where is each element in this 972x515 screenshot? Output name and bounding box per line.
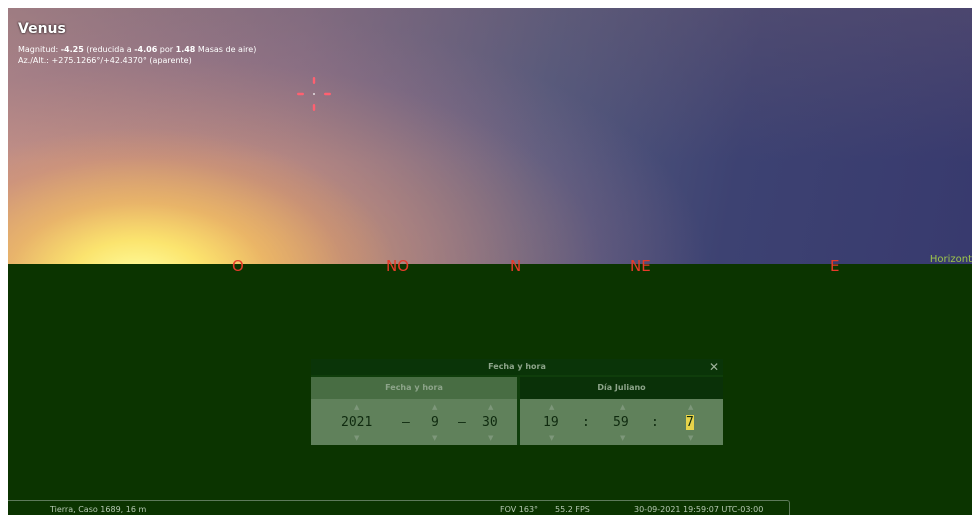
azimuth-altitude-info: Az./Alt.: +275.1266°/+42.4370° (aparente… xyxy=(18,56,192,65)
fps-status: 55.2 FPS xyxy=(555,505,590,514)
hour-field[interactable]: 19 xyxy=(543,415,559,430)
time-separator: : xyxy=(582,415,590,430)
datetime-status[interactable]: 30-09-2021 19:59:07 UTC-03:00 xyxy=(634,505,763,514)
hour-up-arrow-icon[interactable]: ▲ xyxy=(549,404,554,411)
date-time-dialog[interactable]: Fecha y hora ✕ Fecha y hora Día Juliano … xyxy=(311,359,723,445)
time-panel: ▲ 19 ▼ : ▲ 59 ▼ : ▲ 7 ▼ xyxy=(520,399,723,445)
date-separator: – xyxy=(458,415,466,430)
time-separator: : xyxy=(651,415,659,430)
minute-up-arrow-icon[interactable]: ▲ xyxy=(620,404,625,411)
date-panel: ▲ 2021 ▼ – ▲ 9 ▼ – ▲ 30 ▼ xyxy=(311,399,517,445)
location-status[interactable]: Tierra, Caso 1689, 16 m xyxy=(50,505,146,514)
second-up-arrow-icon[interactable]: ▲ xyxy=(688,404,693,411)
status-bar: Tierra, Caso 1689, 16 m FOV 163° 55.2 FP… xyxy=(8,500,790,515)
month-up-arrow-icon[interactable]: ▲ xyxy=(432,404,437,411)
cardinal-north: N xyxy=(510,257,522,275)
magnitude-info: Magnitud: -4.25 (reducida a -4.06 por 1.… xyxy=(18,45,257,54)
second-down-arrow-icon[interactable]: ▼ xyxy=(688,435,693,442)
target-reticle-icon xyxy=(297,77,331,111)
year-field[interactable]: 2021 xyxy=(341,415,372,430)
selected-object-name: Venus xyxy=(18,21,66,37)
year-up-arrow-icon[interactable]: ▲ xyxy=(354,404,359,411)
year-down-arrow-icon[interactable]: ▼ xyxy=(354,435,359,442)
tab-julian-day[interactable]: Día Juliano xyxy=(520,377,723,399)
tab-date-time[interactable]: Fecha y hora xyxy=(311,377,517,399)
month-field[interactable]: 9 xyxy=(431,415,439,430)
second-field[interactable]: 7 xyxy=(686,415,694,430)
hour-down-arrow-icon[interactable]: ▼ xyxy=(549,435,554,442)
fov-status: FOV 163° xyxy=(500,505,539,514)
month-down-arrow-icon[interactable]: ▼ xyxy=(432,435,437,442)
cardinal-east: E xyxy=(830,257,840,275)
cardinal-west: O xyxy=(232,257,244,275)
cardinal-northwest: NO xyxy=(386,257,410,275)
stellarium-view[interactable]: O NO N NE E Horizont Venus Magnitud: -4.… xyxy=(8,8,972,515)
minute-field[interactable]: 59 xyxy=(613,415,629,430)
day-field[interactable]: 30 xyxy=(482,415,498,430)
day-down-arrow-icon[interactable]: ▼ xyxy=(488,435,493,442)
cardinal-northeast: NE xyxy=(630,257,651,275)
close-icon[interactable]: ✕ xyxy=(709,359,719,375)
date-separator: – xyxy=(402,415,410,430)
dialog-title: Fecha y hora xyxy=(488,362,546,371)
dialog-title-bar[interactable]: Fecha y hora ✕ xyxy=(311,359,723,375)
horizon-label: Horizont xyxy=(929,254,972,265)
day-up-arrow-icon[interactable]: ▲ xyxy=(488,404,493,411)
minute-down-arrow-icon[interactable]: ▼ xyxy=(620,435,625,442)
